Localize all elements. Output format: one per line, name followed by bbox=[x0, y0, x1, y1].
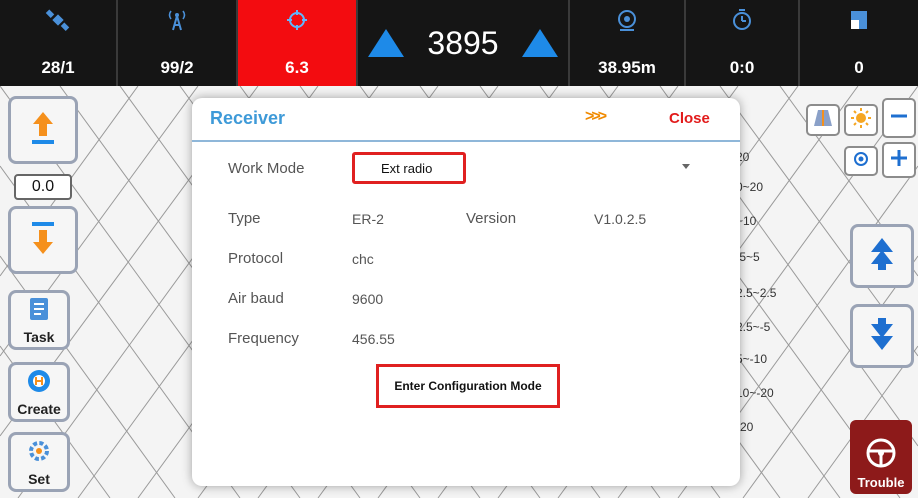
satellite-count: 28/1 bbox=[41, 58, 75, 77]
target-icon bbox=[284, 8, 310, 32]
create-logo-icon bbox=[26, 368, 52, 399]
time-status[interactable]: 0:0 bbox=[686, 0, 800, 86]
forward-arrows-icon[interactable]: >>> bbox=[585, 108, 607, 126]
scale-label: 2.5~-5 bbox=[736, 320, 771, 334]
chevron-down-icon[interactable] bbox=[682, 164, 690, 169]
air-baud-label: Air baud bbox=[228, 290, 284, 307]
task-icon bbox=[26, 296, 52, 327]
lower-button[interactable] bbox=[8, 206, 78, 274]
area-value: 0 bbox=[854, 58, 864, 77]
shift-up-button[interactable] bbox=[850, 224, 914, 288]
receiver-dialog: Receiver >>> Close Work Mode Ext radio T… bbox=[192, 98, 740, 486]
frequency-label: Frequency bbox=[228, 330, 299, 347]
task-button[interactable]: Task bbox=[8, 290, 70, 350]
close-button[interactable]: Close bbox=[669, 110, 710, 127]
frequency-value: 456.55 bbox=[352, 331, 395, 347]
version-value: V1.0.2.5 bbox=[594, 211, 647, 227]
scale-label: 0~20 bbox=[736, 180, 764, 194]
time-value: 0:0 bbox=[729, 58, 755, 77]
perspective-icon bbox=[812, 108, 834, 133]
timer-icon bbox=[729, 8, 755, 32]
offset-value-display: 0.0 bbox=[14, 174, 72, 200]
air-baud-value: 9600 bbox=[352, 291, 384, 307]
precision-status[interactable]: 6.3 bbox=[238, 0, 358, 86]
arrow-down-line-icon bbox=[28, 218, 58, 263]
protocol-label: Protocol bbox=[228, 250, 284, 267]
type-label: Type bbox=[228, 210, 261, 227]
double-arrow-up-icon bbox=[869, 236, 895, 277]
arrow-up-line-icon bbox=[28, 108, 58, 153]
double-arrow-down-icon bbox=[869, 316, 895, 357]
steering-wheel-icon bbox=[864, 436, 898, 475]
distance-status[interactable]: 38.95m bbox=[570, 0, 686, 86]
task-label: Task bbox=[23, 328, 55, 345]
enter-configuration-mode-button[interactable]: Enter Configuration Mode bbox=[376, 364, 560, 408]
work-mode-label: Work Mode bbox=[228, 160, 305, 177]
settings-gear-icon bbox=[26, 438, 52, 469]
version-label: Version bbox=[466, 210, 517, 227]
trouble-button[interactable]: Trouble bbox=[850, 420, 912, 494]
zoom-in-button[interactable] bbox=[882, 142, 916, 178]
scale-label: 5~-10 bbox=[736, 352, 768, 366]
shift-down-button[interactable] bbox=[850, 304, 914, 368]
distance-value: 38.95m bbox=[598, 58, 656, 77]
satellite-status[interactable]: 28/1 bbox=[0, 0, 118, 86]
dialog-title: Receiver bbox=[210, 108, 286, 128]
create-label: Create bbox=[17, 400, 61, 417]
sun-icon bbox=[850, 107, 872, 134]
area-status[interactable]: 0 bbox=[800, 0, 918, 86]
type-value: ER-2 bbox=[352, 211, 384, 227]
dialog-header: Receiver >>> Close bbox=[192, 98, 740, 142]
precision-value: 6.3 bbox=[285, 58, 309, 77]
area-icon bbox=[846, 8, 872, 32]
previous-line-arrow-icon[interactable] bbox=[368, 29, 404, 57]
scale-label: 2.5~2.5 bbox=[736, 286, 777, 300]
locate-button[interactable] bbox=[844, 146, 878, 176]
next-line-arrow-icon[interactable] bbox=[522, 29, 558, 57]
satellite-icon bbox=[45, 8, 71, 32]
work-mode-select[interactable]: Ext radio bbox=[352, 152, 466, 184]
antenna-icon bbox=[164, 8, 190, 32]
raise-button[interactable] bbox=[8, 96, 78, 164]
plus-icon bbox=[889, 148, 909, 173]
status-bar: 28/1 99/2 6.3 3895 38.95m 0:0 0 bbox=[0, 0, 918, 86]
create-button[interactable]: Create bbox=[8, 362, 70, 422]
line-number: 3895 bbox=[427, 24, 499, 61]
compass-icon bbox=[614, 8, 640, 32]
day-mode-button[interactable] bbox=[844, 104, 878, 136]
view-perspective-button[interactable] bbox=[806, 104, 840, 136]
signal-status[interactable]: 99/2 bbox=[118, 0, 238, 86]
set-label: Set bbox=[28, 470, 50, 487]
signal-value: 99/2 bbox=[160, 58, 194, 77]
minus-icon bbox=[889, 106, 909, 131]
locate-target-icon bbox=[851, 149, 871, 174]
protocol-value: chc bbox=[352, 251, 374, 267]
scale-label: 10~-20 bbox=[736, 386, 774, 400]
line-navigator: 3895 bbox=[358, 0, 570, 86]
set-button[interactable]: Set bbox=[8, 432, 70, 492]
zoom-out-button[interactable] bbox=[882, 98, 916, 138]
trouble-label: Trouble bbox=[857, 475, 905, 490]
